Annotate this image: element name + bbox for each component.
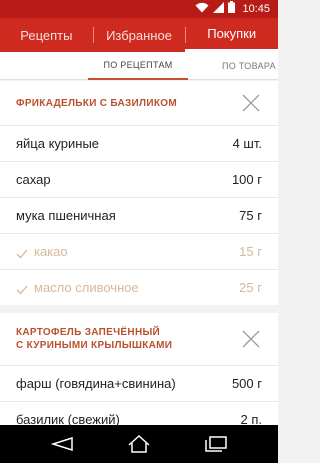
ingredient-amount: 75 г xyxy=(239,208,262,223)
recipe-header: ФРИКАДЕЛЬКИ С БАЗИЛИКОМ xyxy=(0,81,278,125)
recipe-title: КАРТОФЕЛЬ ЗАПЕЧЁННЫЙ С КУРИНЫМИ КРЫЛЫШКА… xyxy=(16,326,172,352)
navigation-bar xyxy=(0,425,278,463)
ingredient-amount: 15 г xyxy=(239,244,262,259)
ingredient-name: базилик (свежий) xyxy=(16,412,120,425)
tab-favorites[interactable]: Избранное xyxy=(92,18,186,52)
battery-icon xyxy=(228,0,236,18)
tab-shopping[interactable]: Покупки xyxy=(185,18,279,52)
subtab-by-products[interactable]: ПО ТОВАРА xyxy=(222,52,312,80)
shopping-list: ФРИКАДЕЛЬКИ С БАЗИЛИКОМ яйца куриные 4 ш… xyxy=(0,81,278,425)
ingredient-row[interactable]: базилик (свежий) 2 п. xyxy=(0,401,278,425)
ingredient-name: фарш (говядина+свинина) xyxy=(16,376,176,391)
check-icon xyxy=(16,247,28,258)
subtab-by-recipes[interactable]: ПО РЕЦЕПТАМ xyxy=(88,52,188,80)
recipe-header: КАРТОФЕЛЬ ЗАПЕЧЁННЫЙ С КУРИНЫМИ КРЫЛЫШКА… xyxy=(0,313,278,365)
recipe-card: КАРТОФЕЛЬ ЗАПЕЧЁННЫЙ С КУРИНЫМИ КРЫЛЫШКА… xyxy=(0,313,278,425)
wifi-icon xyxy=(195,0,209,18)
recipe-title: ФРИКАДЕЛЬКИ С БАЗИЛИКОМ xyxy=(16,97,177,109)
ingredient-name: мука пшеничная xyxy=(16,208,116,223)
ingredient-name-wrap: масло сливочное xyxy=(16,280,139,295)
ingredient-row[interactable]: мука пшеничная 75 г xyxy=(0,197,278,233)
ingredient-amount: 500 г xyxy=(231,376,262,391)
back-icon[interactable] xyxy=(42,429,82,459)
recipe-card: ФРИКАДЕЛЬКИ С БАЗИЛИКОМ яйца куриные 4 ш… xyxy=(0,81,278,305)
signal-icon xyxy=(213,0,225,18)
recipe-title-line: КАРТОФЕЛЬ ЗАПЕЧЁННЫЙ xyxy=(16,327,161,338)
ingredient-row[interactable]: фарш (говядина+свинина) 500 г xyxy=(0,365,278,401)
status-bar: 10:45 xyxy=(0,0,278,18)
ingredient-row-checked[interactable]: какао 15 г xyxy=(0,233,278,269)
ingredient-name: яйца куриные xyxy=(16,136,100,151)
ingredient-name: какао xyxy=(34,244,68,259)
ingredient-amount: 4 шт. xyxy=(232,136,262,151)
status-time: 10:45 xyxy=(242,3,270,15)
recipe-title-line: С КУРИНЫМИ КРЫЛЫШКАМИ xyxy=(16,340,173,351)
ingredient-row[interactable]: яйца куриные 4 шт. xyxy=(0,125,278,161)
ingredient-name: масло сливочное xyxy=(34,280,139,295)
top-tab-bar: Рецепты Избранное Покупки xyxy=(0,18,279,52)
ingredient-name-wrap: какао xyxy=(16,244,68,259)
ingredient-amount: 2 п. xyxy=(240,412,263,425)
ingredient-row[interactable]: сахар 100 г xyxy=(0,161,278,197)
recents-icon[interactable] xyxy=(196,429,236,459)
home-icon[interactable] xyxy=(119,429,159,459)
ingredient-amount: 100 г xyxy=(231,172,262,187)
check-icon xyxy=(16,283,28,294)
close-icon[interactable] xyxy=(240,92,262,114)
tab-recipes[interactable]: Рецепты xyxy=(0,18,93,52)
ingredient-name: сахар xyxy=(16,172,51,187)
status-icons: 10:45 xyxy=(195,0,270,18)
ingredient-amount: 25 г xyxy=(239,280,262,295)
ingredient-row-checked[interactable]: масло сливочное 25 г xyxy=(0,269,278,305)
close-icon[interactable] xyxy=(240,328,262,350)
sub-tab-bar: ПО РЕЦЕПТАМ ПО ТОВАРА xyxy=(0,52,278,80)
